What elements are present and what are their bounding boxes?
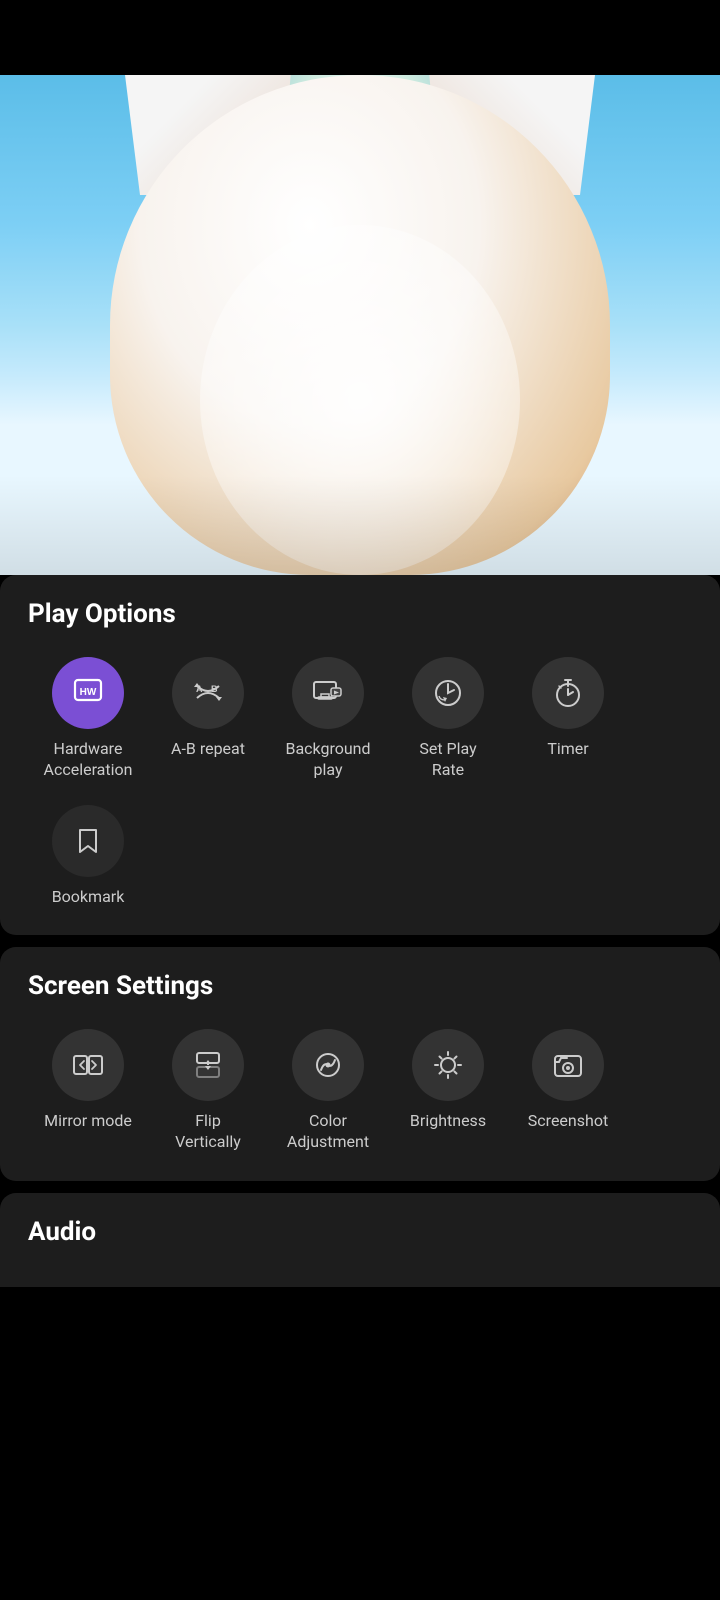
option-flip-vertically[interactable]: FlipVertically <box>148 1021 268 1161</box>
svg-text:HW: HW <box>80 687 97 698</box>
option-set-play-rate[interactable]: Set PlayRate <box>388 649 508 789</box>
option-timer[interactable]: Timer <box>508 649 628 789</box>
ab-repeat-label: A-B repeat <box>171 739 245 760</box>
set-play-rate-label: Set PlayRate <box>419 739 476 781</box>
set-play-rate-icon <box>412 657 484 729</box>
option-background-play[interactable]: Backgroundplay <box>268 649 388 789</box>
mirror-mode-label: Mirror mode <box>44 1111 132 1132</box>
screenshot-label: Screenshot <box>528 1111 608 1132</box>
bookmark-icon <box>52 805 124 877</box>
screen-settings-grid: Mirror mode FlipVertically <box>28 1021 692 1161</box>
color-adjustment-icon <box>292 1029 364 1101</box>
color-adjustment-label: ColorAdjustment <box>287 1111 369 1153</box>
option-bookmark[interactable]: Bookmark <box>28 797 148 916</box>
flip-vertically-icon <box>172 1029 244 1101</box>
hardware-acceleration-label: HardwareAcceleration <box>44 739 133 781</box>
bookmark-label: Bookmark <box>52 887 125 908</box>
option-hardware-acceleration[interactable]: HW HardwareAcceleration <box>28 649 148 789</box>
video-background <box>0 75 720 575</box>
ab-repeat-icon: A B <box>172 657 244 729</box>
play-options-grid-row2: Bookmark <box>28 797 692 916</box>
screen-settings-panel: Screen Settings Mirror mode <box>0 947 720 1181</box>
play-options-panel: Play Options HW HardwareAcceleration A B <box>0 575 720 935</box>
bottom-gradient-overlay <box>0 475 720 575</box>
brightness-icon <box>412 1029 484 1101</box>
play-options-title: Play Options <box>28 599 692 629</box>
audio-panel: Audio <box>0 1193 720 1287</box>
brightness-label: Brightness <box>410 1111 486 1132</box>
hardware-acceleration-icon: HW <box>52 657 124 729</box>
timer-icon <box>532 657 604 729</box>
background-play-icon <box>292 657 364 729</box>
video-area <box>0 75 720 575</box>
play-options-grid: HW HardwareAcceleration A B <box>28 649 692 789</box>
audio-title: Audio <box>28 1217 692 1247</box>
screenshot-icon <box>532 1029 604 1101</box>
option-mirror-mode[interactable]: Mirror mode <box>28 1021 148 1161</box>
option-screenshot[interactable]: Screenshot <box>508 1021 628 1161</box>
background-play-label: Backgroundplay <box>285 739 370 781</box>
mirror-mode-icon <box>52 1029 124 1101</box>
panels-container: Play Options HW HardwareAcceleration A B <box>0 575 720 1600</box>
top-bar <box>0 0 720 75</box>
flip-vertically-label: FlipVertically <box>175 1111 241 1153</box>
option-ab-repeat[interactable]: A B A-B repeat <box>148 649 268 789</box>
option-color-adjustment[interactable]: ColorAdjustment <box>268 1021 388 1161</box>
screen-settings-title: Screen Settings <box>28 971 692 1001</box>
option-brightness[interactable]: Brightness <box>388 1021 508 1161</box>
timer-label: Timer <box>547 739 588 760</box>
